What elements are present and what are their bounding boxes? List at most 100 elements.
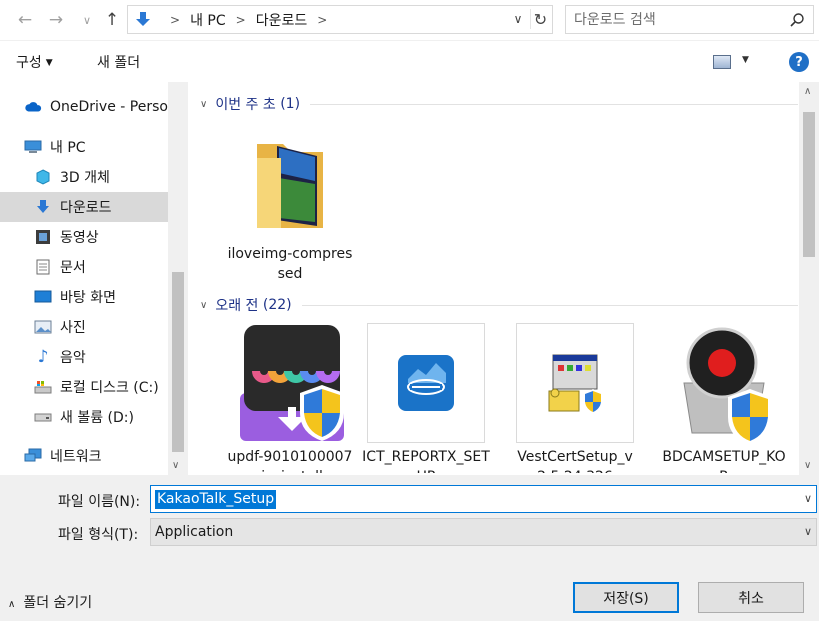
caret-down-icon: ▼ xyxy=(45,58,53,68)
forward-arrow-icon[interactable]: → xyxy=(45,9,67,31)
breadcrumb-separator-icon[interactable]: > xyxy=(236,13,246,27)
up-arrow-icon[interactable]: ↑ xyxy=(101,9,123,31)
file-name: BDCAMSETUP_KOR xyxy=(662,449,786,473)
file-item[interactable]: VestCertSetup_v2.5.24.326 xyxy=(511,323,639,473)
group-header-older[interactable]: ∨ 오래 전 (22) xyxy=(200,295,798,315)
nav-item-label: 로컬 디스크 (C:) xyxy=(60,380,159,396)
breadcrumb-separator-icon[interactable]: > xyxy=(317,13,327,27)
file-list-pane: ∨ 이번 주 초 (1) iloveimg-compressed ∨ 오래 전 … xyxy=(188,82,819,475)
chevron-down-icon[interactable]: ∨ xyxy=(804,492,812,505)
cancel-button[interactable]: 취소 xyxy=(698,582,804,613)
desktop-icon xyxy=(34,289,52,305)
file-item[interactable]: iloveimg-compressed xyxy=(226,120,354,284)
nav-item-volume-d[interactable]: 새 볼륨 (D:) xyxy=(0,402,168,432)
file-thumbnail xyxy=(231,120,349,240)
group-divider xyxy=(301,304,798,306)
file-thumbnail xyxy=(516,323,634,443)
search-box[interactable] xyxy=(565,5,814,34)
nav-item-music[interactable]: ♪ 음악 xyxy=(0,342,168,372)
scroll-up-icon[interactable]: ∧ xyxy=(804,86,811,97)
address-bar[interactable]: > 내 PC > 다운로드 > ∨ ↻ xyxy=(127,5,553,34)
file-list-scrollbar-thumb[interactable] xyxy=(803,112,815,257)
scroll-down-icon[interactable]: ∨ xyxy=(172,460,179,471)
view-caret-icon[interactable]: ▼ xyxy=(742,55,749,65)
onedrive-icon xyxy=(24,99,42,115)
nav-item-downloads[interactable]: 다운로드 xyxy=(0,192,168,222)
navigation-pane: OneDrive - Personal 내 PC 3D 개체 다운로드 동영상 … xyxy=(0,82,188,475)
filetype-label: 파일 형식(T): xyxy=(58,527,139,543)
address-dropdown-icon[interactable]: ∨ xyxy=(508,9,528,29)
toolbar: 구성 ▼ 새 폴더 ▼ ? xyxy=(0,40,819,82)
nav-item-onedrive[interactable]: OneDrive - Personal xyxy=(0,92,168,122)
view-options-icon[interactable] xyxy=(713,55,731,69)
file-item[interactable]: BDCAMSETUP_KOR xyxy=(660,323,788,473)
collapse-chevron-icon[interactable]: ∨ xyxy=(200,300,207,311)
group-header-recent[interactable]: ∨ 이번 주 초 (1) xyxy=(200,94,798,114)
breadcrumb-item-pc[interactable]: 내 PC xyxy=(190,10,226,30)
download-icon xyxy=(34,199,52,215)
breadcrumb: > 내 PC > 다운로드 > xyxy=(160,6,337,33)
music-icon: ♪ xyxy=(37,347,49,367)
file-name: ICT_REPORTX_SETUP xyxy=(362,449,490,473)
group-divider xyxy=(310,103,798,105)
hide-folders-label: 폴더 숨기기 xyxy=(23,595,93,611)
nav-item-label: 3D 개체 xyxy=(60,170,110,186)
new-folder-button[interactable]: 새 폴더 xyxy=(97,52,140,72)
local-disk-icon xyxy=(34,379,52,395)
nav-item-this-pc[interactable]: 내 PC xyxy=(0,132,168,162)
nav-item-3d-objects[interactable]: 3D 개체 xyxy=(0,162,168,192)
nav-item-network[interactable]: 네트워크 xyxy=(0,441,168,471)
pc-icon xyxy=(24,139,42,155)
updf-installer-icon xyxy=(240,325,344,441)
nav-item-desktop[interactable]: 바탕 화면 xyxy=(0,282,168,312)
file-name: iloveimg-compressed xyxy=(227,246,353,282)
download-arrow-icon xyxy=(136,12,150,26)
search-icon[interactable] xyxy=(789,12,805,28)
file-thumbnail xyxy=(231,323,349,443)
nav-item-label: 내 PC xyxy=(50,140,86,156)
help-icon[interactable]: ? xyxy=(789,52,809,72)
organize-label: 구성 xyxy=(16,55,42,71)
nav-item-documents[interactable]: 문서 xyxy=(0,252,168,282)
group-count: (22) xyxy=(262,297,292,313)
file-item[interactable]: ICT_REPORTX_SETUP xyxy=(362,323,490,473)
group-label: 오래 전 xyxy=(215,298,259,314)
breadcrumb-separator-icon[interactable]: > xyxy=(170,13,180,27)
filename-value[interactable]: KakaoTalk_Setup xyxy=(155,490,277,509)
nav-item-label: 바탕 화면 xyxy=(60,290,116,306)
file-thumbnail xyxy=(367,323,485,443)
nav-item-label: 사진 xyxy=(60,320,86,336)
recent-locations-chevron-icon[interactable]: ∨ xyxy=(76,9,98,31)
address-row: ← → ∨ ↑ > 내 PC > 다운로드 > ∨ ↻ xyxy=(0,0,819,40)
network-icon xyxy=(24,448,42,464)
nav-item-label: 동영상 xyxy=(60,230,99,246)
nav-scrollbar[interactable]: ∨ xyxy=(168,82,188,475)
refresh-icon[interactable]: ↻ xyxy=(530,9,550,29)
nav-item-pictures[interactable]: 사진 xyxy=(0,312,168,342)
setup-installer-icon xyxy=(548,354,603,415)
file-list-scrollbar[interactable]: ∧ ∨ xyxy=(799,82,819,475)
file-item[interactable]: updf-9010100007_win_installer xyxy=(226,323,354,473)
breadcrumb-item-downloads[interactable]: 다운로드 xyxy=(256,10,308,30)
nav-item-label: 새 볼륨 (D:) xyxy=(60,410,134,426)
nav-item-label: OneDrive - Personal xyxy=(50,99,168,115)
back-arrow-icon[interactable]: ← xyxy=(14,9,36,31)
save-button[interactable]: 저장(S) xyxy=(573,582,679,613)
hide-folders-toggle[interactable]: ∧ 폴더 숨기기 xyxy=(8,592,92,612)
filetype-select[interactable]: Application ∨ xyxy=(150,518,817,546)
drive-icon xyxy=(34,409,52,425)
search-input[interactable] xyxy=(574,9,784,30)
filename-input[interactable]: KakaoTalk_Setup ∨ xyxy=(150,485,817,513)
organize-button[interactable]: 구성 ▼ xyxy=(16,52,53,72)
nav-item-label: 네트워크 xyxy=(50,449,102,465)
scroll-down-icon[interactable]: ∨ xyxy=(804,460,811,471)
chevron-down-icon[interactable]: ∨ xyxy=(804,525,812,538)
group-label: 이번 주 초 xyxy=(215,97,276,113)
filetype-value: Application xyxy=(155,524,234,540)
nav-item-videos[interactable]: 동영상 xyxy=(0,222,168,252)
nav-scrollbar-thumb[interactable] xyxy=(172,272,184,452)
nav-item-local-disk-c[interactable]: 로컬 디스크 (C:) xyxy=(0,372,168,402)
group-count: (1) xyxy=(280,96,301,112)
3d-objects-icon xyxy=(34,169,52,185)
collapse-chevron-icon[interactable]: ∨ xyxy=(200,99,207,110)
